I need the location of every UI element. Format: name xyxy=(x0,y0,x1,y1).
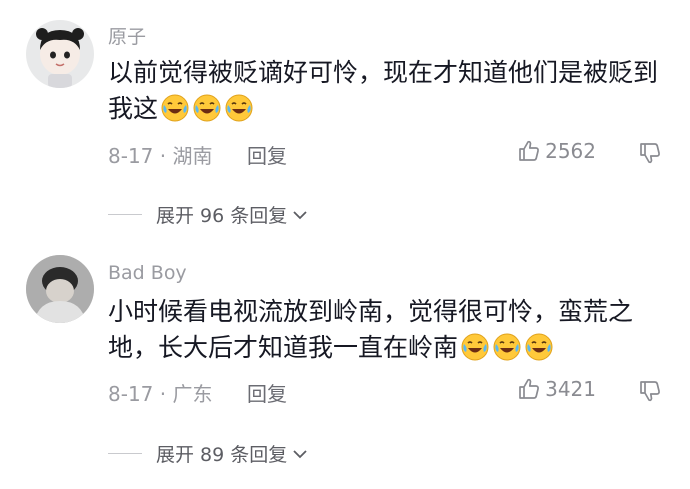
comment-text: 以前觉得被贬谪好可怜，现在才知道他们是被贬到我这 xyxy=(108,55,668,133)
laugh-cry-emoji-icon xyxy=(192,93,222,133)
like-count: 2562 xyxy=(545,139,596,163)
username[interactable]: Bad Boy xyxy=(108,262,187,284)
thumb-up-icon xyxy=(517,139,545,163)
reply-button[interactable]: 回复 xyxy=(247,378,287,407)
comment-text: 小时候看电视流放到岭南，觉得很可怜，蛮荒之地，长大后才知道我一直在岭南 xyxy=(108,294,668,372)
dislike-button[interactable] xyxy=(638,141,662,169)
laugh-cry-emoji-icon xyxy=(460,332,490,372)
chevron-down-icon xyxy=(287,206,309,224)
like-button[interactable]: 2562 xyxy=(517,139,596,163)
expand-replies-label: 展开 96 条回复 xyxy=(156,205,288,227)
expand-replies-button[interactable]: 展开 89 条回复 xyxy=(108,440,309,467)
thumb-up-icon xyxy=(517,377,545,401)
expand-replies-label: 展开 89 条回复 xyxy=(156,444,288,466)
dislike-button[interactable] xyxy=(638,379,662,407)
comment-text-content: 小时候看电视流放到岭南，觉得很可怜，蛮荒之地，长大后才知道我一直在岭南 xyxy=(108,297,634,362)
laugh-cry-emoji-icon xyxy=(524,332,554,372)
like-count: 3421 xyxy=(545,377,596,401)
divider-line xyxy=(108,214,142,215)
laugh-cry-emoji-icon xyxy=(492,332,522,372)
expand-replies-button[interactable]: 展开 96 条回复 xyxy=(108,201,309,228)
username[interactable]: 原子 xyxy=(108,22,146,49)
date-location: 8-17 · 广东 xyxy=(108,382,213,406)
chevron-down-icon xyxy=(287,445,309,463)
avatar[interactable] xyxy=(26,255,94,323)
thumb-down-icon xyxy=(638,379,662,403)
avatar[interactable] xyxy=(26,20,94,88)
like-button[interactable]: 3421 xyxy=(517,377,596,401)
thumb-down-icon xyxy=(638,141,662,165)
date-location: 8-17 · 湖南 xyxy=(108,144,213,168)
laugh-cry-emoji-icon xyxy=(224,93,254,133)
reply-button[interactable]: 回复 xyxy=(247,140,287,169)
laugh-cry-emoji-icon xyxy=(160,93,190,133)
comment-text-content: 以前觉得被贬谪好可怜，现在才知道他们是被贬到我这 xyxy=(108,58,659,123)
divider-line xyxy=(108,453,142,454)
